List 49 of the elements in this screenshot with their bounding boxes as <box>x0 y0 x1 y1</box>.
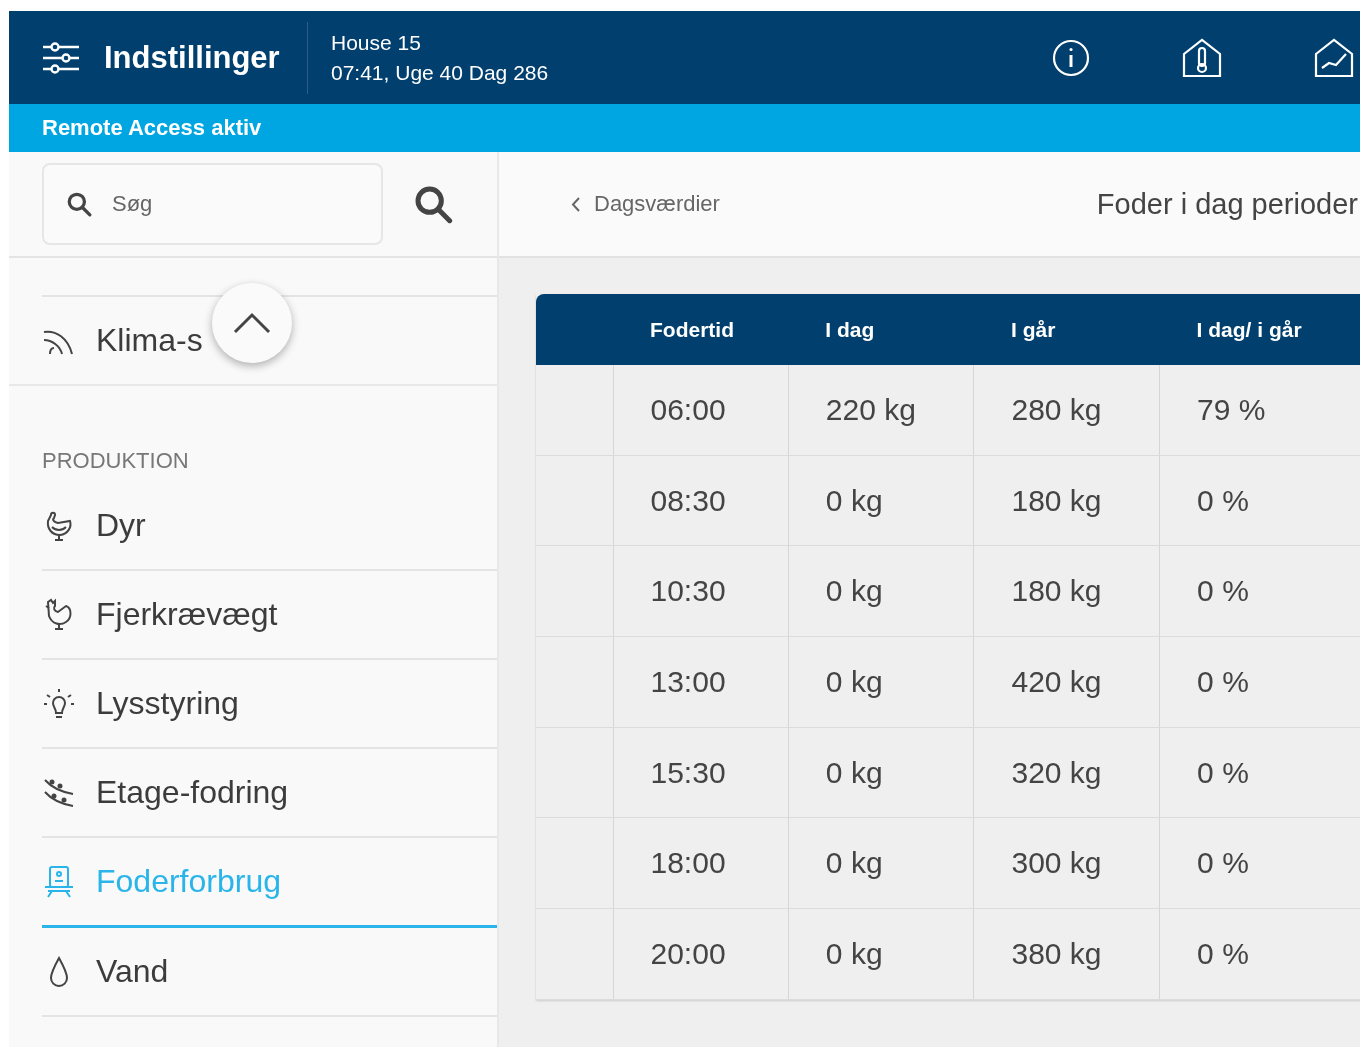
house-name: House 15 <box>331 30 422 55</box>
table-cell: 08:30 <box>613 455 789 546</box>
nav-item[interactable]: Etage-fodring <box>42 749 497 838</box>
house-chart-icon[interactable] <box>1314 37 1354 78</box>
column-header: Fodertid <box>613 294 789 365</box>
table-cell: 300 kg <box>974 817 1160 909</box>
house-thermometer-icon[interactable] <box>1182 37 1222 78</box>
table-cell: 180 kg <box>974 545 1160 637</box>
column-header: I dag <box>788 294 974 365</box>
chevron-left-icon <box>571 196 580 212</box>
chevron-up-icon <box>233 312 271 334</box>
nav-item[interactable]: Lysstyring <box>42 660 497 749</box>
search-icon[interactable] <box>413 184 453 224</box>
table-cell: 180 kg <box>974 455 1160 546</box>
table-cell: 420 kg <box>974 636 1160 728</box>
table-cell: 0 kg <box>788 908 974 1000</box>
settings-icon[interactable] <box>42 40 80 75</box>
table-cell: 0 kg <box>788 636 974 728</box>
table-cell: 0 kg <box>788 727 974 818</box>
light-bulb-icon <box>42 686 76 721</box>
table-cell: 320 kg <box>974 727 1160 818</box>
nav-item[interactable]: Vand <box>42 928 497 1017</box>
nav-item[interactable]: Dyr <box>42 482 497 571</box>
feed-station-icon <box>42 864 76 899</box>
table-cell: 380 kg <box>974 908 1160 1000</box>
page-title: Indstillinger <box>104 39 280 76</box>
table-cell: 0 kg <box>788 455 974 546</box>
back-link[interactable]: Dagsværdier <box>571 191 720 217</box>
table-cell: 06:00 <box>613 365 789 456</box>
table-cell: 18:00 <box>613 817 789 909</box>
table-cell: 280 kg <box>974 365 1160 456</box>
column-header: I dag/ i går <box>1159 294 1360 365</box>
table-cell: 10:30 <box>613 545 789 637</box>
table-cell: 20:00 <box>613 908 789 1000</box>
banner-text: Remote Access aktiv <box>42 115 262 141</box>
section-heading: PRODUKTION <box>42 448 190 472</box>
date-time: 07:41, Uge 40 Dag 286 <box>331 60 550 85</box>
table-cell: 13:00 <box>613 636 789 728</box>
search-icon <box>66 191 92 217</box>
scroll-up-button[interactable] <box>212 283 292 363</box>
column-header: I går <box>974 294 1160 365</box>
info-icon[interactable] <box>1052 38 1090 77</box>
table-cell: 15:30 <box>613 727 789 818</box>
search-field[interactable]: Søg <box>42 163 383 245</box>
screen-title: Foder i dag perioder <box>1096 187 1359 221</box>
table-cell: 0 kg <box>788 817 974 909</box>
table-cell: 0 kg <box>788 545 974 637</box>
table-cell: 220 kg <box>788 365 974 456</box>
nav-item[interactable]: Fjerkrævægt <box>42 571 497 660</box>
